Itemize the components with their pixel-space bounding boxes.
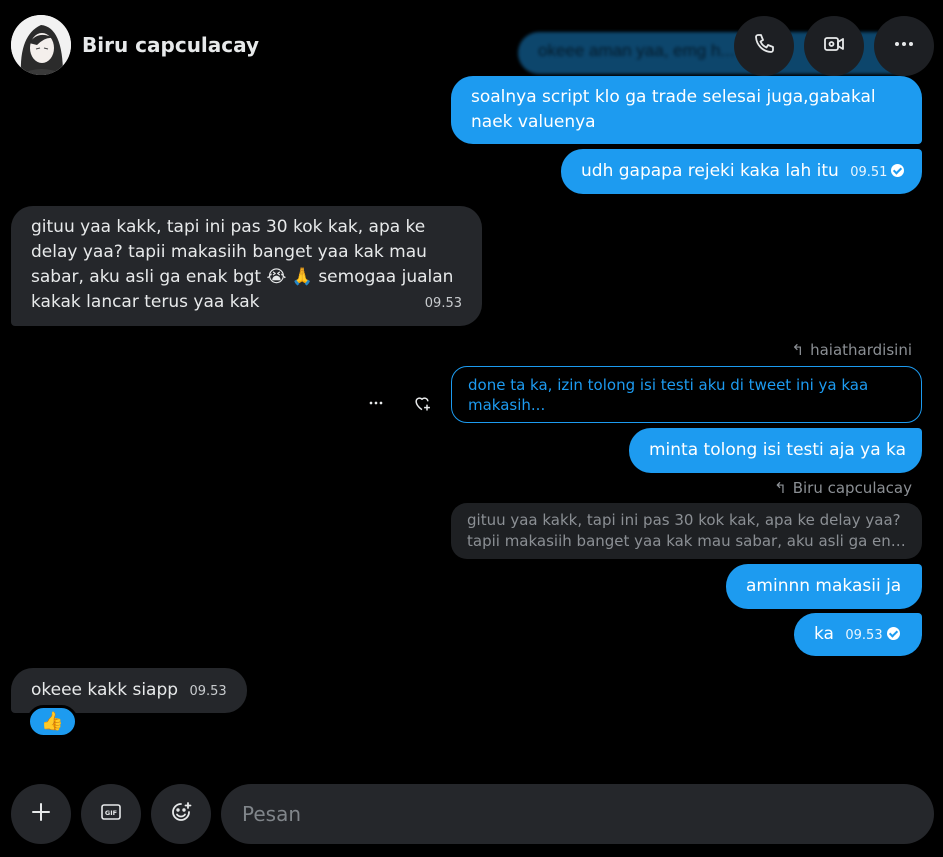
message-bubble-outgoing[interactable]: ka 09.53: [794, 613, 922, 656]
contact-name[interactable]: Biru capculacay: [82, 33, 259, 57]
reply-to-username: Biru capculacay: [792, 479, 912, 497]
reply-arrow-icon: ↰: [774, 479, 787, 497]
message-time: 09.53: [189, 684, 227, 699]
quoted-message[interactable]: gituu yaa kakk, tapi ini pas 30 kok kak,…: [451, 503, 922, 559]
reply-to-label: ↰ haiathardisini: [792, 341, 912, 359]
reaction-badge[interactable]: 👍: [27, 705, 78, 738]
message-text: gituu yaa kakk, tapi ini pas 30 kok kak,…: [31, 217, 454, 312]
call-button[interactable]: [734, 16, 794, 76]
message-time: 09.53: [845, 628, 883, 643]
message-text: ka: [814, 624, 834, 644]
message-text: minta tolong isi testi aja ya ka: [649, 440, 906, 460]
more-icon: [892, 32, 916, 61]
message-time: 09.53: [424, 296, 462, 311]
thumbs-up-emoji: 👍: [41, 711, 64, 731]
message-more-button[interactable]: [364, 393, 388, 417]
message-bubble-incoming[interactable]: gituu yaa kakk, tapi ini pas 30 kok kak,…: [11, 206, 482, 326]
emoji-icon: [169, 800, 193, 829]
message-bubble-outgoing[interactable]: aminnn makasii ja: [726, 564, 922, 609]
message-time: 09.51: [850, 165, 888, 180]
reply-to-username: haiathardisini: [810, 341, 912, 359]
plus-icon: [29, 800, 53, 829]
read-check-icon: [886, 627, 900, 640]
gif-icon: GIF: [99, 800, 123, 829]
more-options-button[interactable]: [874, 16, 934, 76]
read-check-icon: [891, 164, 905, 177]
react-button[interactable]: [410, 393, 434, 417]
quoted-message-text: done ta ka, izin tolong isi testi aku di…: [468, 376, 869, 414]
avatar[interactable]: [11, 15, 71, 75]
message-text: soalnya script klo ga trade selesai juga…: [471, 87, 876, 132]
gif-button[interactable]: GIF: [81, 784, 141, 844]
quoted-message[interactable]: done ta ka, izin tolong isi testi aku di…: [451, 366, 922, 423]
more-icon: [366, 393, 386, 418]
message-bubble-outgoing[interactable]: soalnya script klo ga trade selesai juga…: [451, 76, 922, 144]
phone-icon: [752, 32, 776, 61]
quoted-message-text: gituu yaa kakk, tapi ini pas 30 kok kak,…: [467, 511, 901, 529]
message-text: okeee kakk siapp: [31, 680, 179, 700]
message-bubble-outgoing[interactable]: udh gapapa rejeki kaka lah itu 09.51: [561, 149, 922, 194]
message-input[interactable]: [221, 784, 934, 844]
add-media-button[interactable]: [11, 784, 71, 844]
reply-to-label: ↰ Biru capculacay: [774, 479, 912, 497]
message-text: aminnn makasii ja: [746, 576, 902, 596]
video-call-button[interactable]: [804, 16, 864, 76]
react-heart-icon: [412, 393, 432, 418]
message-bubble-outgoing[interactable]: minta tolong isi testi aja ya ka: [629, 428, 922, 473]
video-icon: [822, 32, 846, 61]
message-text: udh gapapa rejeki kaka lah itu: [581, 161, 839, 181]
dm-conversation: okeee aman yaa, emg h... Biru capculacay: [0, 0, 943, 857]
reply-arrow-icon: ↰: [791, 341, 805, 359]
quoted-message-text: tapii makasiih banget yaa kak mau sabar,…: [467, 532, 906, 550]
svg-text:GIF: GIF: [105, 809, 117, 817]
emoji-button[interactable]: [151, 784, 211, 844]
